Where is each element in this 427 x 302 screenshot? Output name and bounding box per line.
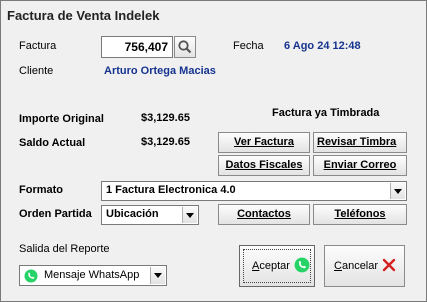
- datos-fiscales-button[interactable]: Datos Fiscales: [218, 155, 310, 176]
- contactos-button[interactable]: Contactos: [218, 204, 310, 225]
- chevron-down-icon[interactable]: [182, 207, 197, 223]
- cancelar-button[interactable]: Cancelar: [324, 245, 405, 287]
- formato-value: 1 Factura Electronica 4.0: [106, 184, 236, 196]
- orden-partida-label: Orden Partida: [19, 208, 92, 220]
- factura-input[interactable]: 756,407: [101, 36, 173, 58]
- ver-factura-button[interactable]: Ver Factura: [218, 132, 310, 153]
- fecha-value: 6 Ago 24 12:48: [284, 40, 361, 52]
- search-button[interactable]: [174, 36, 196, 58]
- fecha-label: Fecha: [233, 40, 264, 52]
- factura-label: Factura: [19, 40, 57, 52]
- window-title: Factura de Venta Indelek: [7, 8, 160, 23]
- cliente-label: Cliente: [19, 65, 54, 77]
- status-text: Factura ya Timbrada: [272, 107, 380, 119]
- chevron-down-icon[interactable]: [150, 267, 165, 284]
- whatsapp-icon: [24, 269, 38, 283]
- revisar-timbrado-button[interactable]: Revisar Timbra: [313, 132, 407, 153]
- aceptar-label: Aceptar: [252, 260, 290, 272]
- search-icon: [178, 40, 192, 54]
- orden-partida-select[interactable]: Ubicación: [101, 205, 199, 225]
- chevron-down-icon[interactable]: [390, 183, 405, 199]
- cancelar-label: Cancelar: [334, 260, 379, 272]
- whatsapp-icon: [294, 257, 310, 273]
- importe-original-label: Importe Original: [19, 113, 104, 125]
- aceptar-button[interactable]: Aceptar: [239, 245, 315, 287]
- saldo-actual-label: Saldo Actual: [19, 137, 86, 149]
- close-icon: [382, 258, 396, 272]
- saldo-actual-value: $3,129.65: [141, 136, 190, 148]
- salida-label: Salida del Reporte: [19, 243, 110, 255]
- enviar-correo-button[interactable]: Enviar Correo: [313, 155, 407, 176]
- cliente-value: Arturo Ortega Macias: [104, 65, 216, 77]
- formato-select[interactable]: 1 Factura Electronica 4.0: [101, 181, 407, 201]
- importe-original-value: $3,129.65: [141, 112, 190, 124]
- factura-window: Factura de Venta Indelek Factura 756,407…: [0, 0, 427, 302]
- formato-label: Formato: [19, 184, 63, 196]
- salida-value: Mensaje WhatsApp: [44, 269, 140, 281]
- orden-partida-value: Ubicación: [106, 208, 159, 220]
- salida-select[interactable]: Mensaje WhatsApp: [19, 265, 167, 286]
- telefonos-button[interactable]: Teléfonos: [313, 204, 407, 225]
